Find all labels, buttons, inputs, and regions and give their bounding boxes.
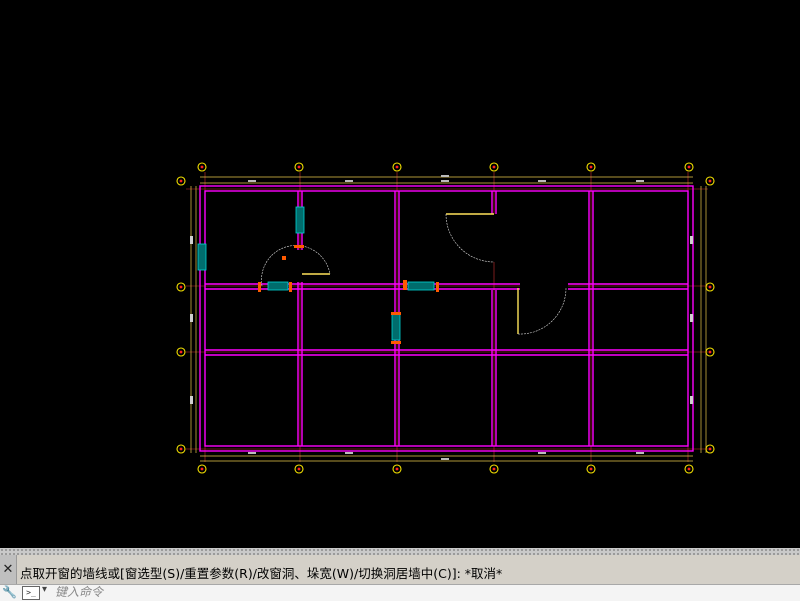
- drawing-canvas[interactable]: [0, 0, 800, 548]
- window-symbol-icon: [267, 281, 289, 291]
- walls: [199, 185, 694, 452]
- axis-bubble-center: [687, 165, 691, 169]
- command-history-text: 点取开窗的墙线或[窗选型(S)/重置参数(R)/改窗洞、垛宽(W)/切换洞居墙中…: [20, 566, 503, 581]
- column: [282, 256, 286, 260]
- dimension-text: [248, 452, 256, 454]
- window-label: [690, 314, 693, 322]
- dimension-text: [538, 180, 546, 182]
- dimension-text: [345, 180, 353, 182]
- window-label: [690, 236, 693, 244]
- dimension-text: [345, 452, 353, 454]
- chevron-down-icon[interactable]: ▾: [42, 584, 47, 595]
- close-icon[interactable]: ✕: [0, 555, 17, 584]
- door-opening: [490, 214, 498, 262]
- axis-bubble-center: [179, 285, 183, 289]
- axis-bubble-center: [708, 350, 712, 354]
- column: [289, 282, 292, 292]
- dimension-text: [636, 452, 644, 454]
- dimension-lines: [190, 176, 707, 462]
- axis-bubble-center: [200, 467, 204, 471]
- axis-bubble-center: [708, 285, 712, 289]
- axis-bubble-center: [395, 165, 399, 169]
- door-swing-icon: [517, 287, 567, 335]
- axis-bubble-center: [179, 447, 183, 451]
- window-label: [190, 396, 193, 404]
- axis-bubble-center: [708, 447, 712, 451]
- axis-bubbles: [176, 162, 715, 474]
- column: [294, 245, 304, 248]
- dimension-text: [441, 175, 449, 177]
- dimension-text: [538, 452, 546, 454]
- axis-bubble-center: [200, 165, 204, 169]
- column: [403, 280, 407, 290]
- axis-bubble-center: [492, 165, 496, 169]
- columns: [258, 245, 439, 344]
- axis-bubble-center: [179, 350, 183, 354]
- axis-bubble-center: [589, 165, 593, 169]
- outer-wall: [199, 185, 694, 452]
- column: [436, 282, 439, 292]
- axis-bubble-center: [179, 179, 183, 183]
- column: [258, 282, 261, 292]
- axis-bubble-center: [297, 467, 301, 471]
- dimension-text: [441, 180, 449, 182]
- window-symbol-icon: [407, 281, 435, 291]
- axis-bubble-center: [492, 467, 496, 471]
- wrench-icon[interactable]: 🔧: [2, 585, 18, 600]
- window-label: [190, 236, 193, 244]
- axis-bubble-center: [395, 467, 399, 471]
- grid-axes: [186, 172, 708, 462]
- command-bar-grip[interactable]: [0, 548, 800, 555]
- window-symbol-icon: [391, 313, 401, 341]
- axis-bubble-center: [297, 165, 301, 169]
- door-opening: [296, 250, 304, 282]
- doors: [261, 213, 567, 335]
- axis-bubble-center: [589, 467, 593, 471]
- door-swing-icon: [445, 213, 495, 263]
- outer-wall-inner: [204, 190, 689, 447]
- axis-bubble-center: [708, 179, 712, 183]
- window-label: [190, 314, 193, 322]
- command-prompt-icon[interactable]: >_: [22, 586, 40, 600]
- door-swing-icon: [261, 245, 331, 287]
- column: [391, 341, 401, 344]
- window-label: [690, 396, 693, 404]
- dimension-text: [636, 180, 644, 182]
- column: [391, 312, 401, 315]
- door-opening: [520, 282, 568, 291]
- side-marks: [190, 236, 693, 404]
- command-input[interactable]: [55, 585, 755, 599]
- dimension-text: [248, 180, 256, 182]
- window-symbol-icon: [295, 206, 305, 234]
- axis-bubble-center: [687, 467, 691, 471]
- dimension-text: [441, 458, 449, 460]
- window-symbol-icon: [197, 243, 207, 271]
